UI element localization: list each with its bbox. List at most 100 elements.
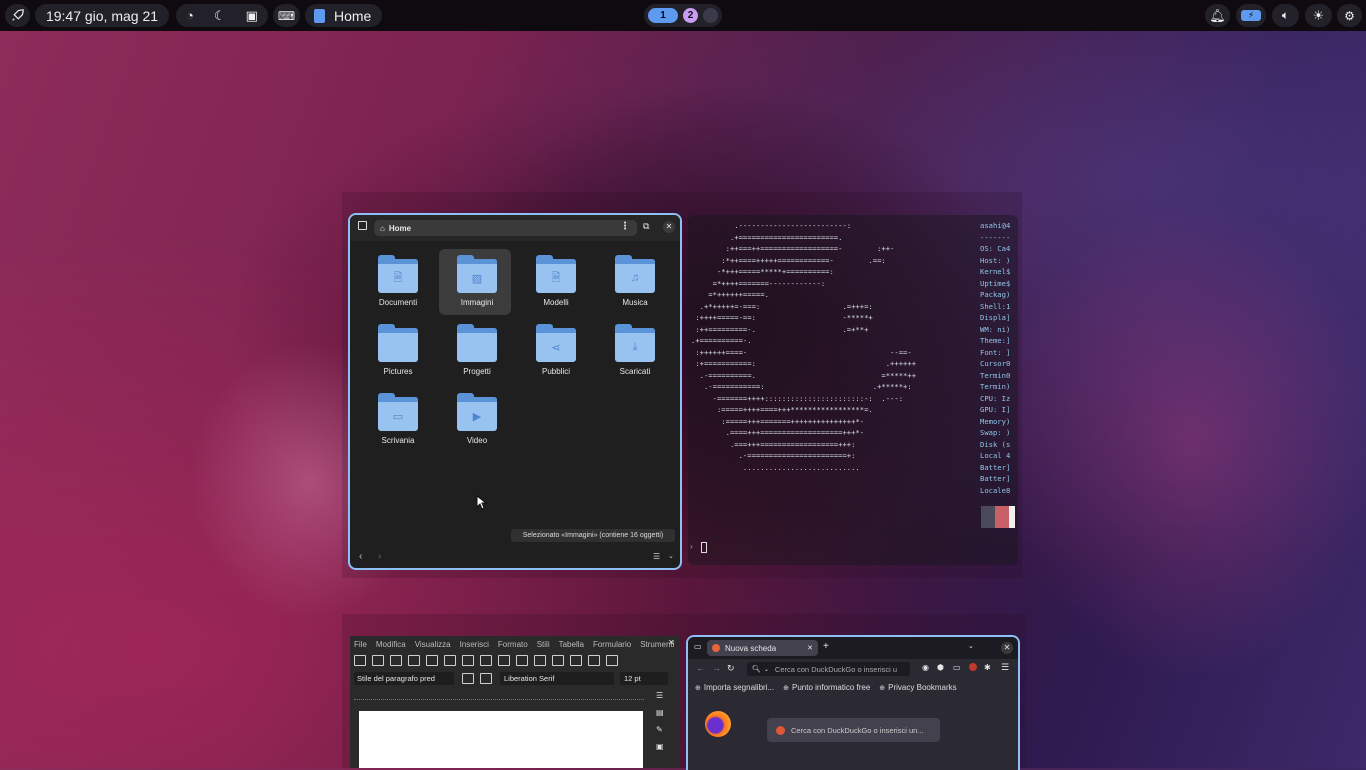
close-icon[interactable]: ✕ (807, 644, 813, 652)
menu-item[interactable]: Visualizza (415, 640, 451, 649)
export-pdf-icon[interactable] (408, 654, 420, 666)
logo-line: =*++++=======------------: (691, 278, 826, 288)
folder-item[interactable]: ▶ Video (441, 393, 513, 457)
extension-icon[interactable]: ⬢ (937, 663, 944, 672)
close-icon[interactable]: ✕ (668, 638, 675, 647)
folder-item[interactable]: Progetti (441, 324, 513, 388)
view-list-icon[interactable]: ☰ (653, 552, 660, 561)
close-icon[interactable]: ✕ (663, 221, 675, 233)
new-document-icon[interactable] (354, 654, 366, 666)
url-bar[interactable]: 🔍︎ ⌄ Cerca con DuckDuckGo o inserisci u (747, 662, 910, 676)
properties-icon[interactable]: ▤ (656, 708, 674, 717)
account-icon[interactable]: ◉ (922, 663, 929, 672)
forward-icon[interactable]: › (378, 551, 381, 562)
folder-item[interactable]: 🗎 Modelli (520, 255, 592, 319)
file-manager-window[interactable]: ⌂ Home ⋮ ⧉ ✕ 🗎 Documenti ▨ Immagini 🗎 Modelli… (348, 213, 682, 570)
menu-item[interactable]: Modifica (376, 640, 406, 649)
menu-item[interactable]: Inserisci (460, 640, 489, 649)
folder-item[interactable]: ♫ Musica (599, 255, 671, 319)
ublock-icon[interactable] (969, 663, 977, 671)
path-bar[interactable]: ⌂ Home ⋮ (374, 220, 637, 236)
sidebar-toggle-icon[interactable] (358, 221, 367, 230)
active-window-title[interactable]: Home (305, 4, 382, 27)
save-icon[interactable] (390, 654, 402, 666)
styles-icon[interactable]: ✎ (656, 725, 674, 734)
clock[interactable]: 19:47 gio, mag 21 (35, 4, 169, 27)
logo-line: :++++=====-==: -*****+ (691, 313, 873, 322)
bookmark-item[interactable]: ⊕ Privacy Bookmarks (879, 683, 956, 692)
status-indicators[interactable]: ◔ ☾ ▣ (176, 4, 268, 27)
workspace-1[interactable]: 1 (648, 8, 678, 23)
update-style-icon[interactable] (462, 672, 474, 684)
clone-formatting-icon[interactable] (516, 654, 528, 666)
volume-button[interactable]: 🔈︎ (1272, 4, 1299, 27)
workspace-2[interactable]: 2 (683, 8, 698, 23)
print-icon[interactable] (426, 654, 438, 666)
folder-item[interactable]: ⤓ Scaricati (599, 324, 671, 388)
menu-item[interactable]: Tabella (559, 640, 584, 649)
notifications-button[interactable]: 🔔︎ (1205, 4, 1230, 27)
tab-new-tab[interactable]: Nuova scheda ✕ (707, 640, 818, 656)
bookmark-item[interactable]: ⊕ Punto informatico free (783, 683, 870, 692)
screenshot-icon[interactable]: ▭ (953, 663, 961, 672)
find-icon[interactable] (570, 654, 582, 666)
font-size-select[interactable]: 12 pt (620, 671, 668, 685)
document-page[interactable] (359, 711, 643, 768)
writer-window[interactable]: File Modifica Visualizza Inserisci Formato St… (350, 636, 680, 768)
new-tab-icon[interactable]: + (823, 641, 829, 652)
forward-icon[interactable]: → (712, 663, 721, 673)
redo-icon[interactable] (552, 654, 564, 666)
undo-icon[interactable] (534, 654, 546, 666)
power-menu-button[interactable]: ⚙ (1337, 4, 1362, 27)
brightness-button[interactable]: ☀ (1305, 4, 1332, 27)
folder-item[interactable]: ▭ Scrivania (362, 393, 434, 457)
copy-icon[interactable] (480, 654, 492, 666)
firefox-logo-icon (705, 711, 731, 737)
launcher-button[interactable] (5, 4, 30, 27)
folder-item[interactable]: ⋖ Pubblici (520, 324, 592, 388)
folder-item[interactable]: 🗎 Documenti (362, 255, 434, 319)
menu-item[interactable]: Formato (498, 640, 528, 649)
close-icon[interactable]: ✕ (1001, 642, 1013, 654)
chevron-down-icon[interactable]: ⌄ (668, 552, 674, 560)
bookmark-item[interactable]: ⊕ Importa segnalibri... (695, 683, 774, 692)
menu-item[interactable]: File (354, 640, 367, 649)
extensions-icon[interactable]: ✱ (984, 663, 991, 672)
battery-button[interactable]: ⚡ (1236, 4, 1266, 27)
print-preview-icon[interactable] (444, 654, 456, 666)
search-engine-chevron-icon[interactable]: ⌄ (764, 666, 769, 673)
open-icon[interactable] (372, 654, 384, 666)
workspace-3[interactable] (703, 8, 718, 23)
tab-title: Nuova scheda (725, 643, 777, 653)
new-folder-icon[interactable]: ⧉ (643, 221, 649, 232)
tab-list-icon[interactable]: ▭ (694, 642, 702, 651)
newtab-search-box[interactable]: Cerca con DuckDuckGo o inserisci un... (767, 718, 940, 742)
pilcrow-icon[interactable] (606, 654, 618, 666)
paste-icon[interactable] (498, 654, 510, 666)
folder-item[interactable]: Pictures (362, 324, 434, 388)
menu-item[interactable]: Formulario (593, 640, 631, 649)
keyboard-layout-button[interactable]: ⌨ (273, 4, 300, 27)
chevron-down-icon[interactable]: ⌄ (968, 642, 974, 650)
font-name-select[interactable]: Liberation Serif (500, 671, 614, 685)
gallery-icon[interactable]: ▣ (656, 742, 674, 751)
spellcheck-icon[interactable] (588, 654, 600, 666)
back-icon[interactable]: ‹ (359, 551, 362, 562)
terminal-window[interactable]: .-------------------------: .+==========… (688, 215, 1018, 565)
menu-icon[interactable]: ☰ (1001, 662, 1009, 673)
hamburger-icon[interactable]: ☰ (656, 691, 674, 700)
firefox-window[interactable]: ▭ Nuova scheda ✕ + ⌄ ✕ ← → ↻ 🔍︎ ⌄ Cerca … (686, 635, 1020, 770)
cut-icon[interactable] (462, 654, 474, 666)
reload-icon[interactable]: ↻ (727, 663, 735, 674)
folder-item[interactable]: ▨ Immagini (441, 255, 513, 319)
info-line: Host: ) (980, 255, 1011, 265)
paragraph-style-select[interactable]: Stile del paragrafo pred (354, 671, 454, 685)
system-logo-icon: ⚙ (1344, 8, 1355, 23)
back-icon[interactable]: ← (696, 663, 705, 673)
folder-label: Progetti (463, 367, 491, 376)
new-style-icon[interactable] (480, 672, 492, 684)
workspace-switcher[interactable]: 1 2 (644, 4, 722, 27)
ruler (354, 690, 644, 700)
more-options-icon[interactable]: ⋮ (620, 221, 630, 232)
menu-item[interactable]: Stili (537, 640, 550, 649)
